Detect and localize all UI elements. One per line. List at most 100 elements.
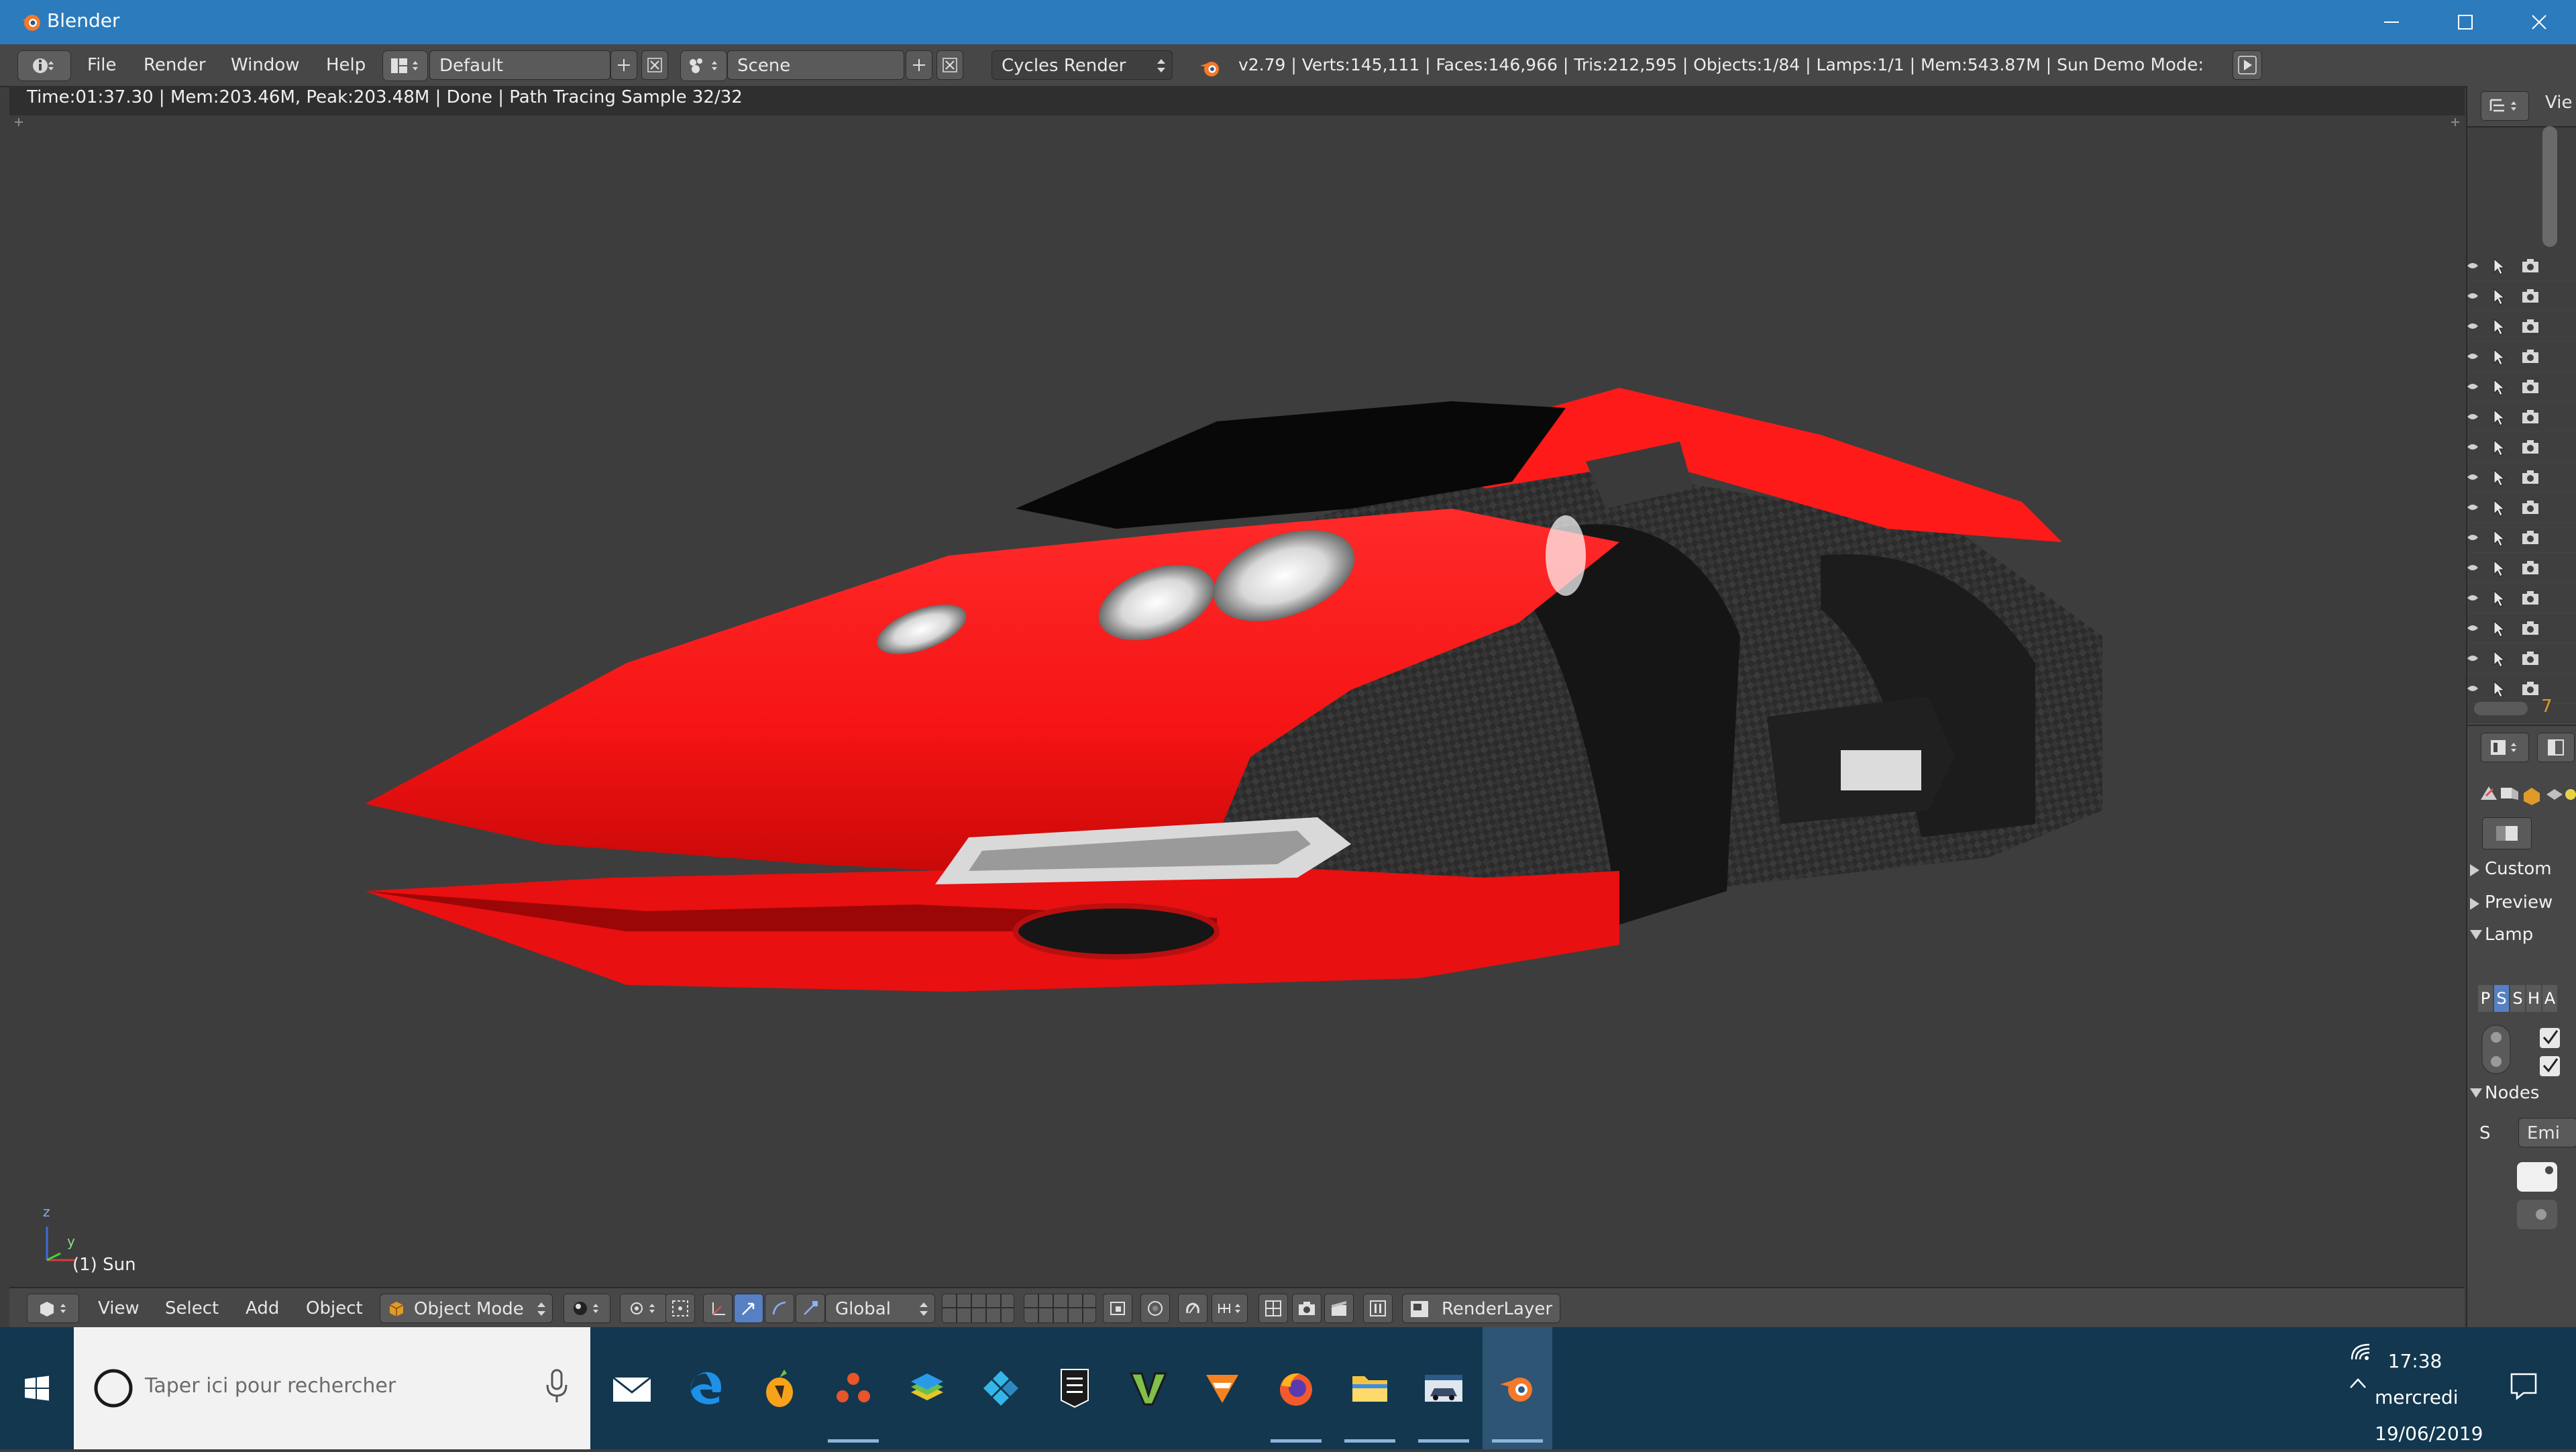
visibility-eye-icon[interactable] [2467, 532, 2478, 543]
renderable-camera-icon[interactable] [2521, 499, 2540, 517]
rotate-manipulator-button[interactable] [765, 1294, 794, 1323]
lamp-type-point[interactable]: P [2478, 985, 2493, 1012]
scene-layers-grid-bottom[interactable] [1024, 1294, 1096, 1323]
outliner-row[interactable] [2467, 645, 2576, 674]
opengl-render-animation-button[interactable] [1324, 1294, 1354, 1323]
renderable-camera-icon[interactable] [2521, 318, 2540, 335]
taskbar-blender[interactable] [1483, 1327, 1552, 1449]
properties-editor[interactable]: Custom Preview Lamp P S S H A Nodes S Em… [2467, 725, 2576, 1327]
taskbar-davinci[interactable] [818, 1327, 888, 1449]
outliner-row[interactable] [2467, 615, 2576, 643]
delete-scene-button[interactable] [936, 50, 963, 80]
lamp-type-sun[interactable]: S [2494, 985, 2509, 1012]
taskbar-bluestacks[interactable] [892, 1327, 962, 1449]
demo-mode-play-button[interactable] [2233, 50, 2262, 80]
selectable-arrow-icon[interactable] [2490, 499, 2508, 517]
visibility-eye-icon[interactable] [2467, 592, 2478, 603]
renderable-camera-icon[interactable] [2521, 258, 2540, 275]
opengl-render-image-button[interactable] [1258, 1294, 1288, 1323]
renderable-camera-icon[interactable] [2521, 409, 2540, 426]
renderable-camera-icon[interactable] [2521, 590, 2540, 607]
interaction-mode-dropdown[interactable]: Object Mode [380, 1294, 553, 1323]
selectable-arrow-icon[interactable] [2490, 258, 2508, 275]
outliner-scrollbar[interactable] [2542, 126, 2557, 247]
screen-layout-selector[interactable] [382, 50, 428, 81]
renderable-camera-icon[interactable] [2521, 620, 2540, 637]
menu-render[interactable]: Render [144, 50, 206, 80]
renderable-camera-icon[interactable] [2521, 680, 2540, 698]
start-button[interactable] [0, 1327, 74, 1449]
render-engine-dropdown[interactable]: Cycles Render [991, 50, 1173, 80]
pivot-point-selector[interactable] [620, 1294, 667, 1323]
renderable-camera-icon[interactable] [2521, 348, 2540, 366]
lamp-checkboxes[interactable] [2537, 1025, 2564, 1079]
snap-element-selector[interactable] [1212, 1294, 1248, 1323]
outliner-row[interactable] [2467, 343, 2576, 372]
visibility-eye-icon[interactable] [2467, 653, 2478, 664]
lamp-data-browse[interactable] [2482, 817, 2532, 849]
selectable-arrow-icon[interactable] [2490, 318, 2508, 335]
selectable-arrow-icon[interactable] [2490, 529, 2508, 547]
renderable-camera-icon[interactable] [2521, 288, 2540, 305]
selectable-arrow-icon[interactable] [2490, 560, 2508, 577]
scene-selector[interactable] [680, 50, 727, 81]
minimize-button[interactable] [2355, 0, 2428, 44]
selectable-arrow-icon[interactable] [2490, 680, 2508, 698]
outliner-row[interactable] [2467, 433, 2576, 462]
outliner-row[interactable] [2467, 252, 2576, 281]
render-layer-selector[interactable]: RenderLayer [1402, 1294, 1560, 1323]
manipulate-center-points-button[interactable] [665, 1294, 695, 1323]
selectable-arrow-icon[interactable] [2490, 620, 2508, 637]
selectable-arrow-icon[interactable] [2490, 288, 2508, 305]
visibility-eye-icon[interactable] [2467, 683, 2478, 694]
taskbar-kodi[interactable] [966, 1327, 1036, 1449]
taskbar-fl-studio[interactable] [745, 1327, 814, 1449]
menu-select[interactable]: Select [165, 1294, 219, 1323]
outliner-row[interactable] [2467, 675, 2576, 704]
taskbar-file-explorer[interactable] [1335, 1327, 1405, 1449]
outliner-row[interactable] [2467, 373, 2576, 402]
outliner-row[interactable] [2467, 282, 2576, 311]
visibility-eye-icon[interactable] [2467, 562, 2478, 573]
visibility-eye-icon[interactable] [2467, 351, 2478, 362]
region-corner-icon[interactable] [12, 115, 25, 129]
selectable-arrow-icon[interactable] [2490, 650, 2508, 668]
outliner-horizontal-scrollbar[interactable] [2474, 702, 2528, 715]
node-socket-buttons[interactable] [2514, 1159, 2561, 1233]
outliner-row[interactable] [2467, 313, 2576, 342]
add-screen-button[interactable] [610, 50, 637, 80]
properties-editor-selector[interactable] [2481, 733, 2529, 762]
outliner-row[interactable] [2467, 584, 2576, 613]
viewport-shading-selector[interactable] [564, 1294, 610, 1323]
lamp-type-area[interactable]: A [2542, 985, 2557, 1012]
visibility-eye-icon[interactable] [2467, 321, 2478, 331]
visibility-eye-icon[interactable] [2467, 291, 2478, 301]
outliner-row[interactable] [2467, 494, 2576, 523]
outliner-row[interactable] [2467, 403, 2576, 432]
taskbar-edge[interactable] [671, 1327, 741, 1449]
renderable-camera-icon[interactable] [2521, 560, 2540, 577]
visibility-eye-icon[interactable] [2467, 502, 2478, 513]
panel-lamp-label[interactable]: Lamp [2485, 925, 2533, 945]
selectable-arrow-icon[interactable] [2490, 590, 2508, 607]
renderable-camera-icon[interactable] [2521, 439, 2540, 456]
visibility-eye-icon[interactable] [2467, 381, 2478, 392]
lock-camera-button[interactable] [1103, 1294, 1132, 1323]
panel-preview-label[interactable]: Preview [2485, 892, 2553, 913]
selectable-arrow-icon[interactable] [2490, 378, 2508, 396]
nodes-surface-field[interactable]: Emi [2518, 1118, 2576, 1147]
proportional-editing-button[interactable] [1140, 1294, 1170, 1323]
custom-panel-collapse-icon[interactable] [2470, 864, 2479, 876]
menu-help[interactable]: Help [326, 50, 366, 80]
lamp-type-hemi[interactable]: H [2526, 985, 2541, 1012]
system-clock[interactable]: 17:38 mercredi 19/06/2019 [2375, 1343, 2483, 1452]
property-context-tabs[interactable] [2477, 780, 2576, 807]
menu-add[interactable]: Add [246, 1294, 279, 1323]
outliner-row[interactable] [2467, 464, 2576, 492]
visibility-eye-icon[interactable] [2467, 411, 2478, 422]
chevron-up-icon[interactable] [2348, 1376, 2368, 1392]
snap-toggle-button[interactable] [1178, 1294, 1208, 1323]
renderable-camera-icon[interactable] [2521, 529, 2540, 547]
scene-name-field[interactable]: Scene [727, 50, 904, 80]
taskbar-epic-games[interactable] [1040, 1327, 1110, 1449]
